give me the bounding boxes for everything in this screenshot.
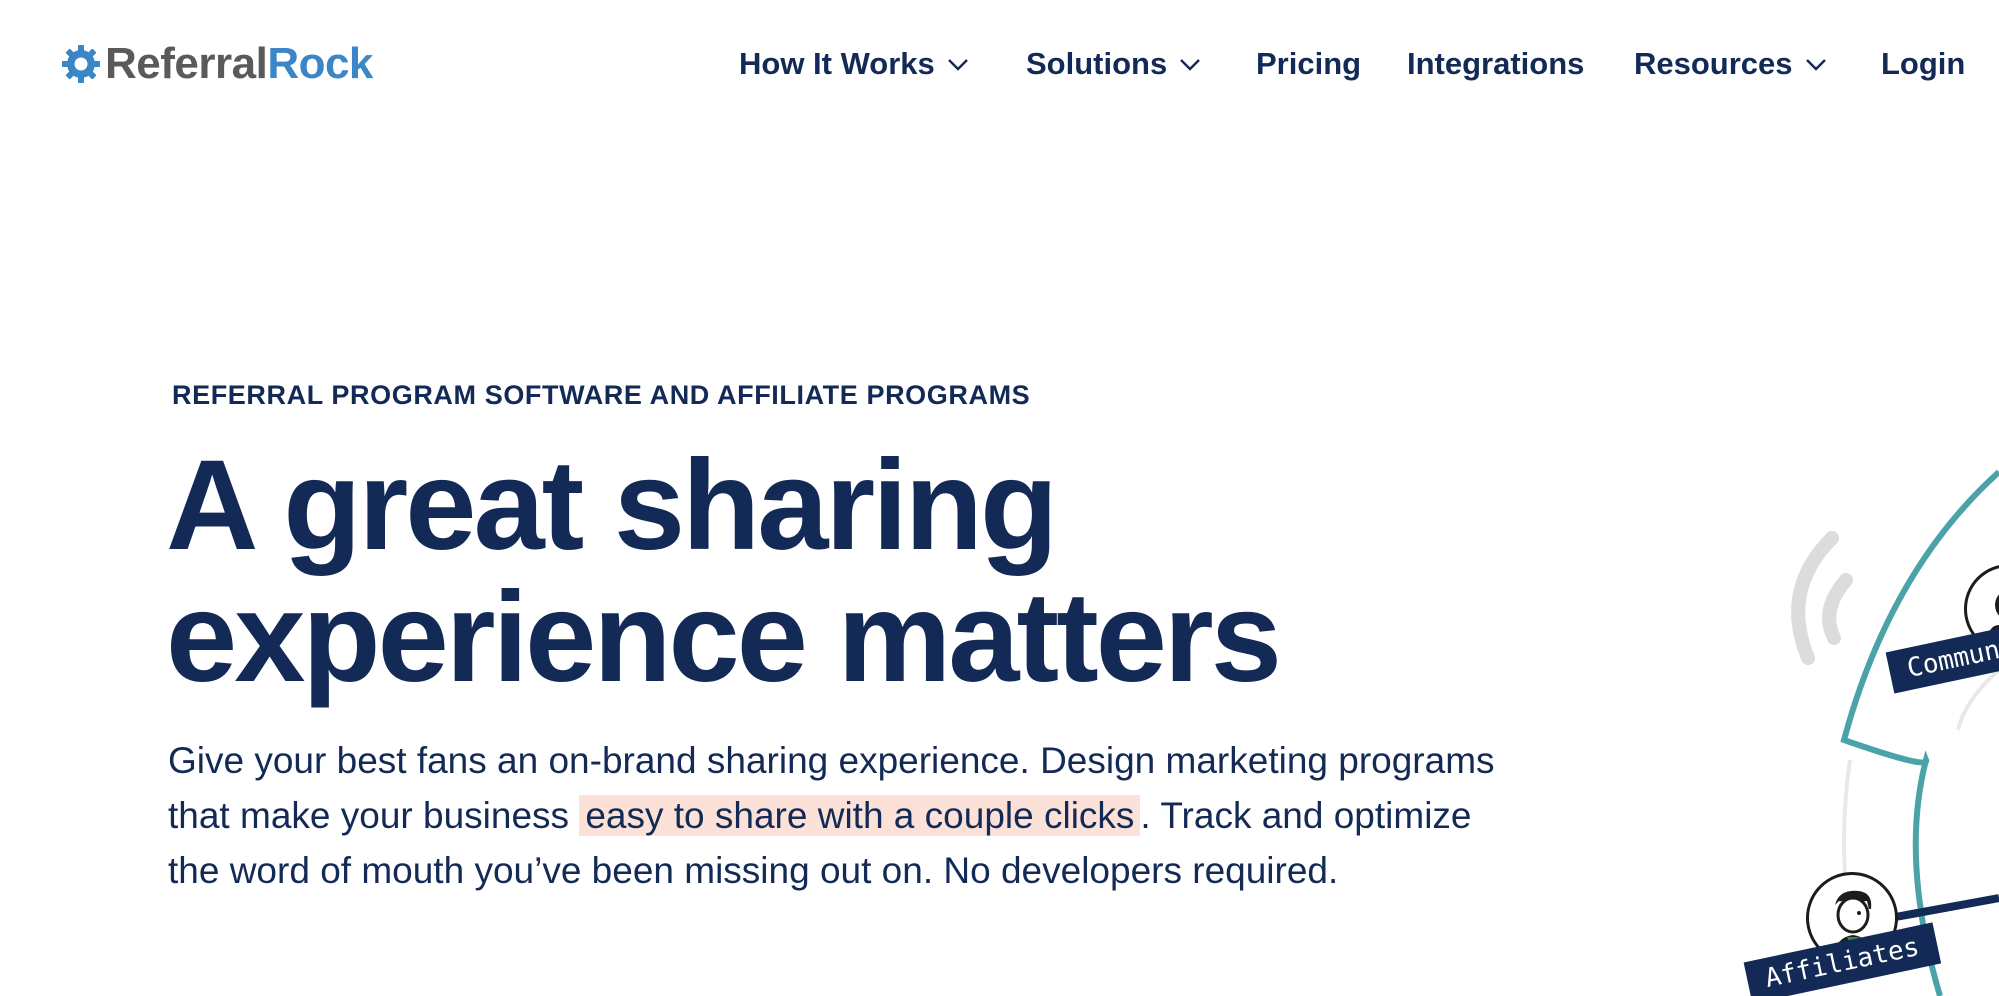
nav-item-pricing[interactable]: Pricing — [1256, 38, 1361, 90]
nav-item-label: Resources — [1634, 46, 1793, 81]
chevron-down-icon — [1180, 59, 1201, 71]
nav-item-integrations[interactable]: Integrations — [1407, 38, 1584, 90]
hero-headline-line-1: A great sharing — [166, 434, 1058, 577]
nav-item-solutions[interactable]: Solutions — [1026, 38, 1201, 90]
hero-illustration: Communi Affiliates — [1740, 440, 1999, 996]
chevron-down-icon — [1805, 59, 1826, 71]
nav-item-how-it-works[interactable]: How It Works — [739, 38, 969, 90]
nav-item-login[interactable]: Login — [1881, 38, 1965, 90]
hero-lead-paragraph: Give your best fans an on-brand sharing … — [168, 733, 1498, 898]
main-nav: How It Works Solutions Pricing Integrati… — [0, 38, 1999, 90]
nav-item-label: Pricing — [1256, 46, 1362, 81]
chevron-down-icon — [947, 59, 968, 71]
hero-lead-highlight: easy to share with a couple clicks — [579, 795, 1141, 836]
signal-waves-icon — [1791, 531, 1853, 665]
site-header: ReferralRock How It Works Solutions Pric… — [0, 0, 1999, 128]
nav-item-resources[interactable]: Resources — [1634, 38, 1827, 90]
nav-item-label: Integrations — [1407, 46, 1585, 81]
hero-headline: A great sharing experience matters — [166, 440, 1516, 704]
nav-item-label: Solutions — [1026, 46, 1168, 81]
hero-headline-line-2: experience matters — [166, 566, 1282, 709]
connector-line — [1889, 894, 1999, 922]
nav-item-label: How It Works — [739, 46, 935, 81]
hero-eyebrow: REFERRAL PROGRAM SOFTWARE AND AFFILIATE … — [172, 380, 1031, 410]
nav-item-label: Login — [1881, 46, 1966, 81]
